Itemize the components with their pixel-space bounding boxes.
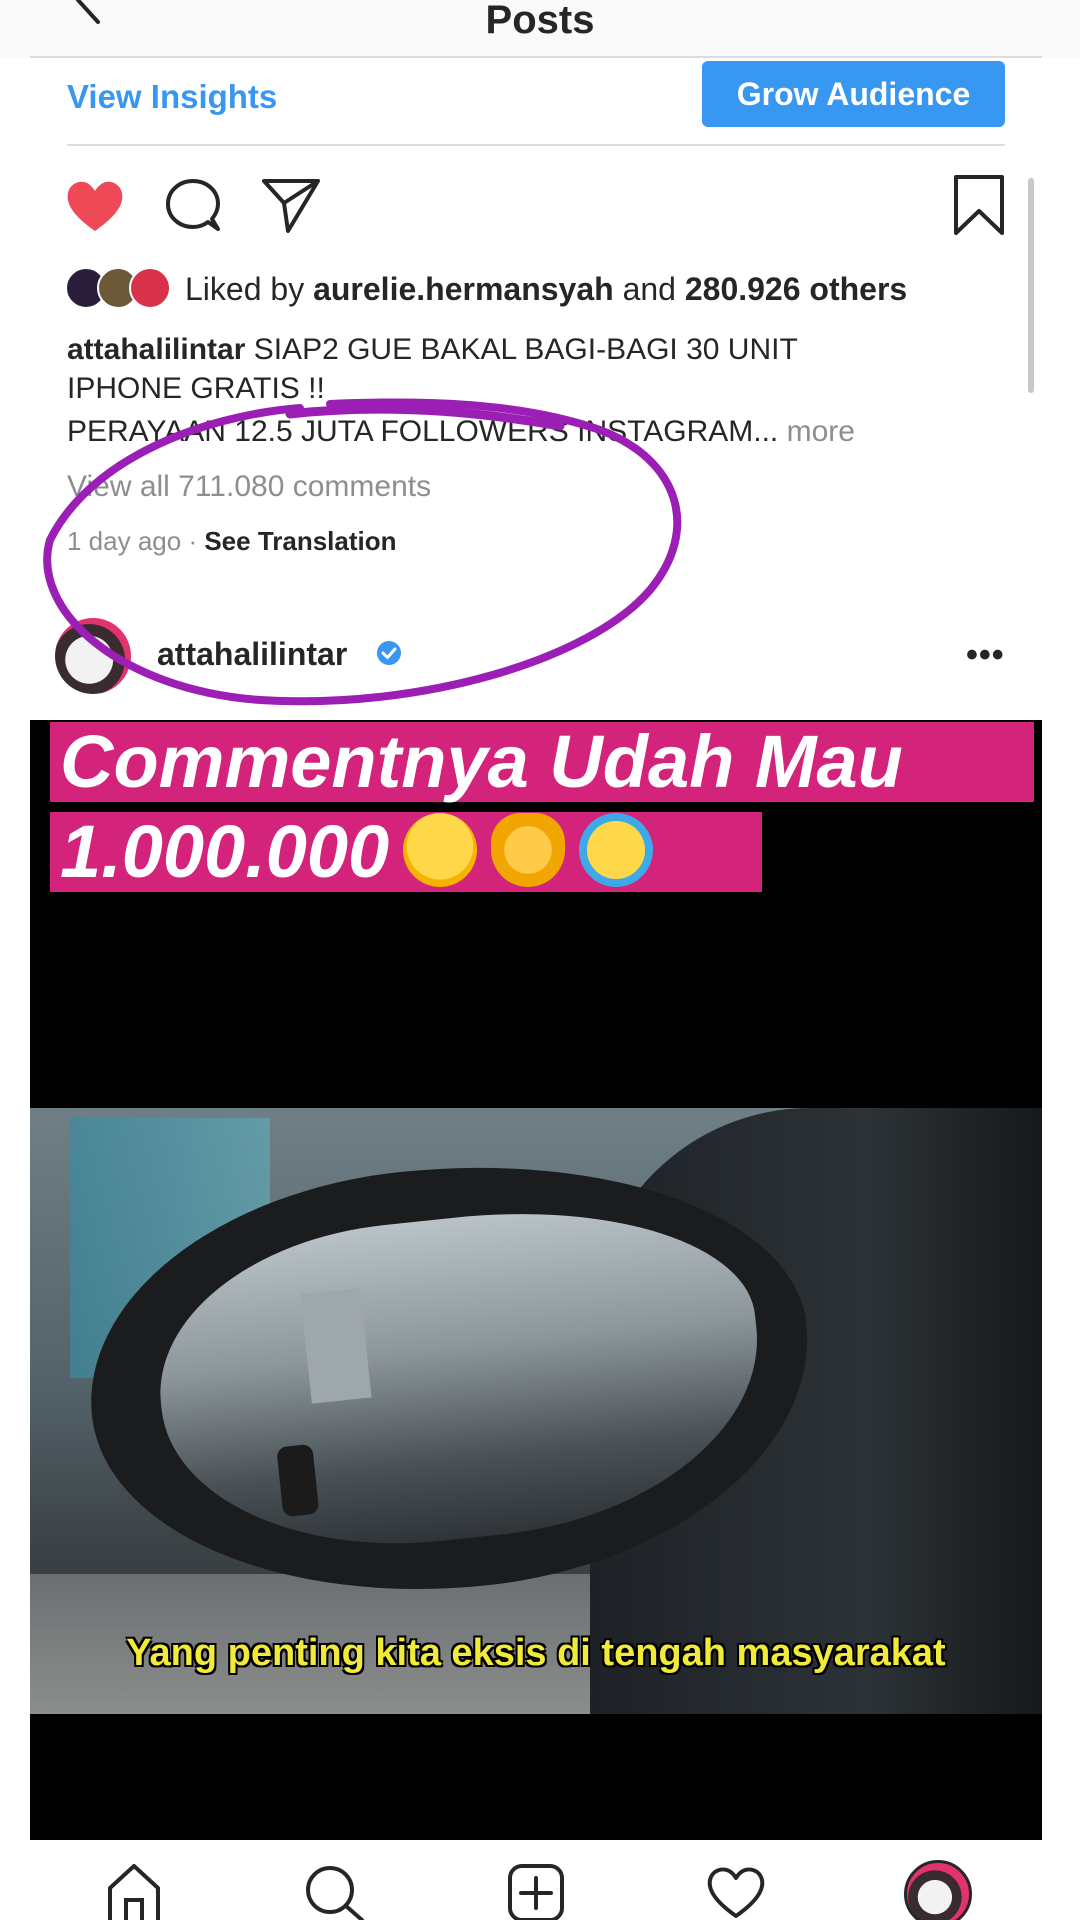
post-header: attahalilintar •••: [30, 618, 1042, 708]
likes-row[interactable]: Liked by aurelie.hermansyah and 280.926 …: [65, 265, 1025, 315]
insights-divider: [67, 144, 1005, 146]
likes-prefix: Liked by: [185, 271, 314, 307]
caption-line1: SIAP2 GUE BAKAL BAGI-BAGI 30 UNIT: [245, 333, 798, 366]
heart-filled-icon: [67, 181, 123, 231]
media-overlay-line2: 1.000.000: [50, 812, 762, 892]
liker-avatar: [129, 267, 171, 309]
add-post-icon: [508, 1864, 564, 1920]
post-options-button[interactable]: •••: [966, 636, 1005, 675]
mirror-reflection-motorbike: [276, 1443, 320, 1518]
media-overlay-number: 1.000.000: [60, 810, 390, 893]
view-all-comments-link[interactable]: View all 711.080 comments: [67, 470, 431, 504]
likes-conjunction: and: [613, 271, 685, 307]
sweat-smile-emoji-icon: [403, 813, 478, 887]
folded-hands-emoji-icon: [491, 813, 566, 887]
video-subtitle: Yang penting kita eksis di tengah masyar…: [126, 1632, 946, 1674]
post-author-username[interactable]: attahalilintar: [157, 636, 347, 673]
post-timestamp: 1 day ago: [67, 526, 182, 556]
mirror-reflection-building: [300, 1287, 372, 1404]
caption-line2: IPHONE GRATIS !!: [67, 372, 325, 405]
video-frame: Yang penting kita eksis di tengah masyar…: [30, 1108, 1042, 1714]
bookmark-icon: [954, 175, 1004, 235]
verified-badge-icon: [377, 641, 401, 665]
nav-home-button[interactable]: [102, 1862, 166, 1920]
post-caption: attahalilintar SIAP2 GUE BAKAL BAGI-BAGI…: [67, 330, 987, 451]
nav-add-post-button[interactable]: [504, 1862, 568, 1920]
post-media[interactable]: Commentnya Udah Mau 1.000.000 Yang penti…: [30, 720, 1042, 1898]
liker-avatars: [65, 267, 175, 311]
nav-activity-button[interactable]: [704, 1862, 768, 1920]
meta-separator: ·: [181, 526, 205, 556]
share-button[interactable]: [258, 173, 324, 239]
activity-heart-icon: [707, 1867, 765, 1918]
caption-username[interactable]: attahalilintar: [67, 333, 245, 366]
likes-others-count[interactable]: 280.926 others: [685, 271, 907, 307]
post-container: View Insights Grow Audience Liked by aur…: [30, 58, 1042, 1898]
post-meta-row: 1 day ago · See Translation: [67, 526, 397, 557]
search-icon: [306, 1866, 364, 1920]
view-insights-link[interactable]: View Insights: [67, 78, 277, 116]
comment-button[interactable]: [160, 173, 226, 239]
insights-row: View Insights Grow Audience: [30, 58, 1042, 146]
post-actions: [30, 173, 1042, 253]
post-author-avatar[interactable]: [55, 618, 131, 694]
caption-more-link[interactable]: more: [787, 415, 855, 448]
home-icon: [108, 1864, 160, 1920]
grow-audience-button[interactable]: Grow Audience: [702, 61, 1005, 127]
caption-line3: PERAYAAN 12.5 JUTA FOLLOWERS INSTAGRAM..…: [67, 415, 787, 448]
nav-profile-avatar[interactable]: [904, 1860, 972, 1920]
see-translation-link[interactable]: See Translation: [204, 526, 396, 556]
save-button[interactable]: [946, 173, 1012, 239]
instagram-post-screen: Posts View Insights Grow Audience Liked …: [0, 0, 1080, 1920]
top-header: Posts: [0, 0, 1080, 58]
like-button[interactable]: [62, 173, 128, 239]
paper-plane-icon: [262, 179, 320, 233]
page-title: Posts: [485, 0, 595, 42]
nav-search-button[interactable]: [302, 1862, 366, 1920]
comment-icon: [166, 179, 220, 231]
bottom-nav: [0, 1840, 1080, 1920]
media-overlay-line1: Commentnya Udah Mau: [50, 722, 1034, 802]
liker-username[interactable]: aurelie.hermansyah: [313, 271, 614, 307]
likes-text: Liked by aurelie.hermansyah and 280.926 …: [185, 271, 907, 308]
screaming-face-emoji-icon: [579, 813, 654, 887]
